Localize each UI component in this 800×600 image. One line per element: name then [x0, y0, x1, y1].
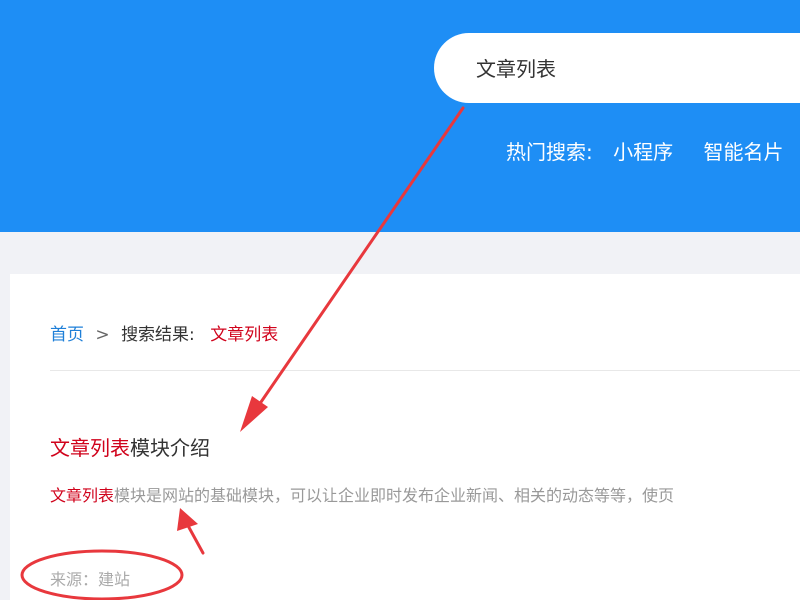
breadcrumb-home-link[interactable]: 首页	[50, 325, 84, 345]
search-box[interactable]	[434, 33, 800, 103]
result-desc-highlight: 文章列表	[50, 486, 115, 505]
divider	[50, 370, 800, 371]
breadcrumb-keyword: 文章列表	[210, 325, 279, 345]
header-banner: 热门搜索: 小程序 智能名片	[0, 0, 800, 232]
result-title-highlight: 文章列表	[50, 436, 130, 460]
result-description: 文章列表模块是网站的基础模块，可以让企业即时发布企业新闻、相关的动态等等，使页	[50, 482, 674, 506]
search-results-panel: 首页 > 搜索结果: 文章列表 文章列表模块介绍 文章列表模块是网站的基础模块，…	[10, 274, 800, 600]
result-desc-text: 模块是网站的基础模块，可以让企业即时发布企业新闻、相关的动态等等，使页	[114, 486, 675, 505]
result-title-text: 模块介绍	[130, 436, 210, 460]
breadcrumb-separator: >	[95, 325, 110, 345]
hot-search-link-smart-card[interactable]: 智能名片	[703, 136, 783, 165]
result-title-link[interactable]: 文章列表模块介绍	[50, 432, 210, 461]
breadcrumb-label: 搜索结果:	[121, 325, 195, 345]
result-source: 来源：建站	[50, 570, 131, 589]
hot-search-bar: 热门搜索: 小程序 智能名片	[506, 136, 800, 165]
breadcrumb: 首页 > 搜索结果: 文章列表	[50, 320, 278, 345]
hot-search-label: 热门搜索:	[506, 140, 593, 164]
search-input[interactable]	[476, 55, 796, 79]
hot-search-link-mini-program[interactable]: 小程序	[613, 136, 673, 165]
